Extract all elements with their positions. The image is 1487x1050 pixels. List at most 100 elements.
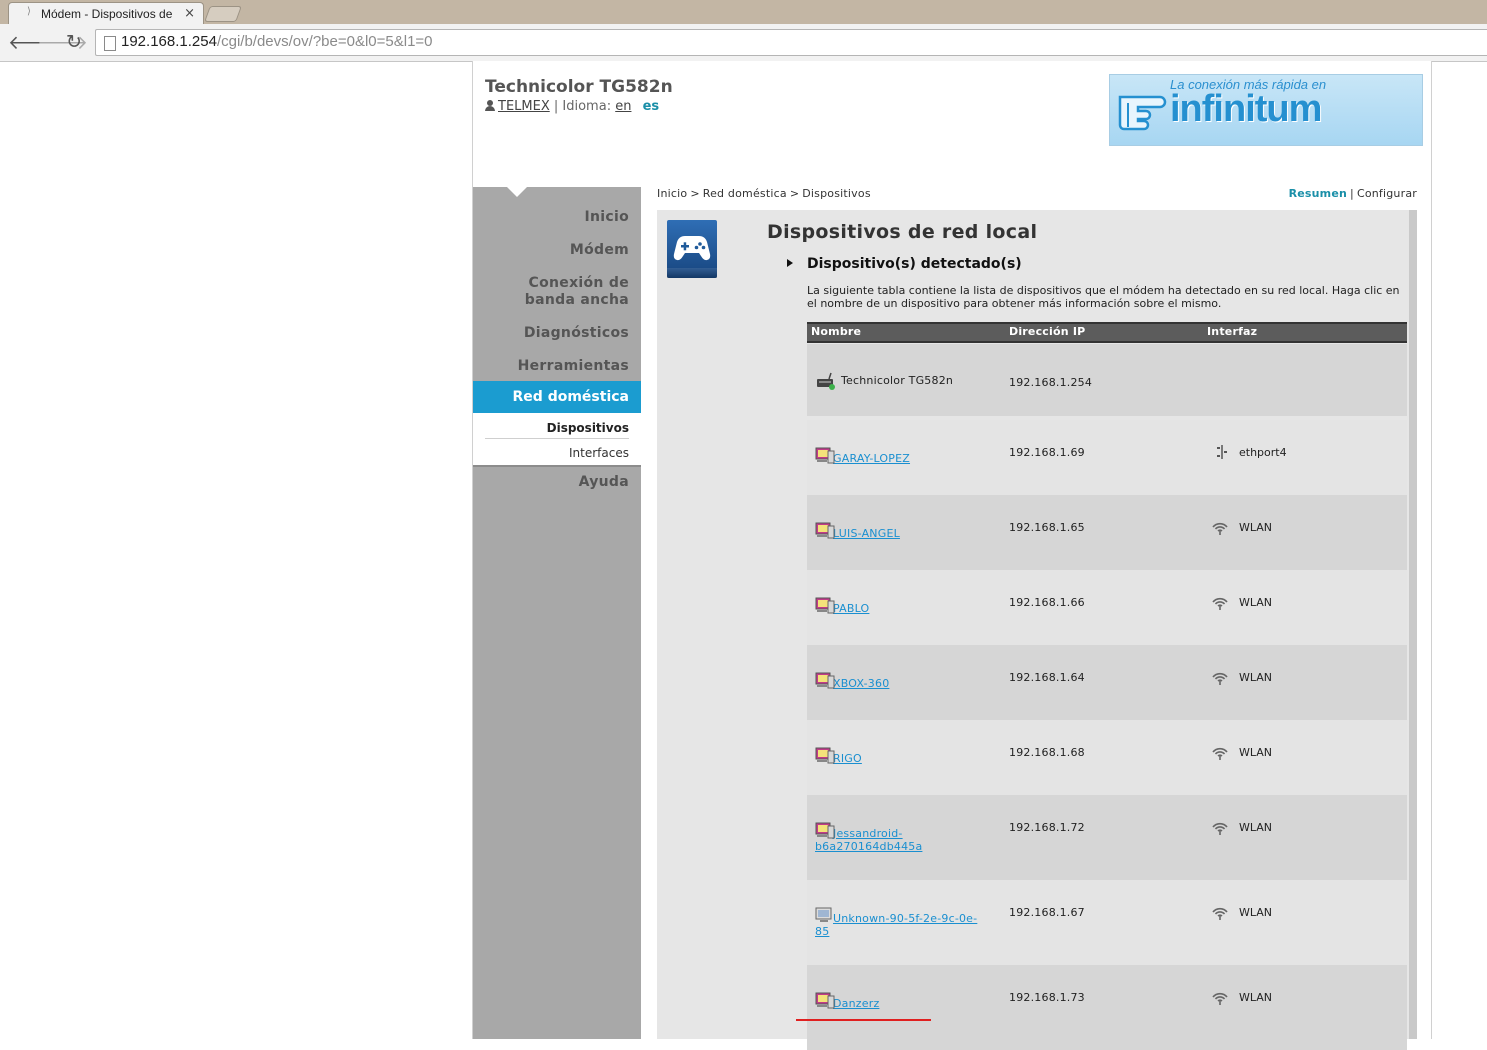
wifi-icon xyxy=(1211,819,1229,838)
left-navigation: Inicio Módem Conexión de banda ancha Dia… xyxy=(473,187,641,1039)
device-ip-cell: 192.168.1.72 xyxy=(1009,821,1085,834)
pc-icon xyxy=(815,446,835,464)
page-icon xyxy=(104,36,116,51)
address-bar[interactable]: 192.168.1.254/cgi/b/devs/ov/?be=0&l0=5&l… xyxy=(95,29,1487,56)
pc-icon xyxy=(815,821,835,839)
device-ip-cell: 192.168.1.69 xyxy=(1009,446,1085,459)
interface-label: WLAN xyxy=(1239,821,1273,834)
infinitum-banner[interactable]: La conexión más rápida en infinitum xyxy=(1109,74,1423,146)
user-language-line: TELMEX | Idioma: en es xyxy=(485,99,659,114)
breadcrumb: Inicio > Red doméstica > Dispositivos xyxy=(657,187,871,200)
new-tab-button[interactable] xyxy=(204,6,242,22)
device-name-link[interactable]: PABLO xyxy=(833,602,869,615)
wifi-icon xyxy=(1211,744,1229,763)
ethernet-icon xyxy=(1215,444,1229,463)
table-row: GARAY-LOPEZ 192.168.1.69 ethport4 xyxy=(807,420,1407,495)
url-host: 192.168.1.254 xyxy=(121,33,217,50)
column-header-interface: Interfaz xyxy=(1207,325,1258,338)
device-name-cell: Jessandroid-b6a270164db445a xyxy=(815,821,922,853)
device-name-link[interactable]: Unknown-90-5f-2e-9c-0e- 85 xyxy=(815,912,977,938)
pc-icon xyxy=(815,991,835,1009)
device-name-link[interactable]: Danzerz xyxy=(833,997,879,1010)
section-bullet-icon xyxy=(787,259,793,267)
nav-item-modem[interactable]: Módem xyxy=(570,242,629,259)
wifi-icon xyxy=(1211,519,1229,538)
section-description: La siguiente tabla contiene la lista de … xyxy=(807,284,1400,310)
table-row: Danzerz 192.168.1.73 WLAN xyxy=(807,965,1407,1050)
router-page: Technicolor TG582n TELMEX | Idioma: en e… xyxy=(472,61,1432,1050)
url-path: /cgi/b/devs/ov/?be=0&l0=5&l1=0 xyxy=(216,33,433,50)
nav-item-conexion-banda-ancha[interactable]: Conexión de banda ancha xyxy=(525,275,629,309)
nav-item-red-domestica[interactable]: Red doméstica xyxy=(473,381,641,413)
view-configure-link[interactable]: Configurar xyxy=(1357,187,1417,200)
pc-icon xyxy=(815,521,835,539)
wifi-icon xyxy=(1211,594,1229,613)
breadcrumb-section[interactable]: Red doméstica xyxy=(703,187,787,200)
table-row: Jessandroid-b6a270164db445a 192.168.1.72 W… xyxy=(807,795,1407,880)
device-name-link[interactable]: XBOX-360 xyxy=(833,677,889,690)
nav-item-ayuda[interactable]: Ayuda xyxy=(579,474,629,491)
language-en-link[interactable]: en xyxy=(615,99,631,114)
view-links-separator: | xyxy=(1350,187,1354,200)
device-ip-cell: 192.168.1.254 xyxy=(1009,376,1093,389)
device-ip-cell: 192.168.1.73 xyxy=(1009,991,1085,1004)
wifi-icon xyxy=(1211,669,1229,688)
browser-tab-strip: ⟩ Módem - Dispositivos de × xyxy=(0,0,1487,25)
breadcrumb-separator: > xyxy=(690,187,700,200)
user-icon xyxy=(485,100,495,111)
interface-label: WLAN xyxy=(1239,906,1273,919)
device-ip-cell: 192.168.1.64 xyxy=(1009,671,1085,684)
nav-item-inicio[interactable]: Inicio xyxy=(585,209,630,226)
subnav-item-dispositivos[interactable]: Dispositivos xyxy=(547,421,629,435)
reload-icon[interactable]: ↻ xyxy=(66,31,82,53)
page-title: Dispositivos de red local xyxy=(767,221,1038,243)
devices-table-header: Nombre Dirección IP Interfaz xyxy=(807,322,1407,343)
sub-navigation: Dispositivos Interfaces xyxy=(473,413,641,467)
unknown-device-icon xyxy=(815,906,833,922)
gamepad-icon xyxy=(667,220,717,278)
red-annotation-underline xyxy=(796,1019,931,1021)
nav-item-diagnosticos[interactable]: Diagnósticos xyxy=(524,325,629,342)
content-shadow xyxy=(1409,210,1417,1039)
content-panel: Dispositivos de red local Dispositivo(s)… xyxy=(657,210,1417,1050)
device-name-cell: Unknown-90-5f-2e-9c-0e- 85 xyxy=(815,906,977,938)
wifi-icon xyxy=(1211,904,1229,923)
device-name-cell: PABLO xyxy=(815,596,869,615)
device-ip-cell: 192.168.1.68 xyxy=(1009,746,1085,759)
banner-logo-word: infinitum xyxy=(1170,88,1322,130)
interface-label: WLAN xyxy=(1239,991,1273,1004)
nav-item-herramientas[interactable]: Herramientas xyxy=(518,358,629,375)
device-name-cell: Technicolor TG582n xyxy=(815,372,953,391)
device-brand: Technicolor TG582n xyxy=(485,77,673,97)
nav-item-red-domestica-label: Red doméstica xyxy=(512,389,629,405)
pointing-hand-icon xyxy=(1118,95,1167,131)
device-name-cell: Danzerz xyxy=(815,991,879,1010)
breadcrumb-page: Dispositivos xyxy=(802,187,871,200)
interface-label: WLAN xyxy=(1239,521,1273,534)
pc-icon xyxy=(815,596,835,614)
device-name-link[interactable]: LUIS-ANGEL xyxy=(833,527,900,540)
language-label: Idioma: xyxy=(562,99,612,114)
browser-toolbar: 🡐 🡒 ↻ 192.168.1.254/cgi/b/devs/ov/?be=0&… xyxy=(0,24,1487,62)
tab-title: Módem - Dispositivos de xyxy=(41,7,173,21)
device-name-link[interactable]: RIGO xyxy=(833,752,862,765)
gamepad-glyph xyxy=(673,236,711,261)
table-row: XBOX-360 192.168.1.64 WLAN xyxy=(807,645,1407,720)
device-name-cell: LUIS-ANGEL xyxy=(815,521,900,540)
subnav-item-interfaces[interactable]: Interfaces xyxy=(569,446,629,460)
browser-tab[interactable]: ⟩ Módem - Dispositivos de × xyxy=(8,2,204,25)
subnav-shadow xyxy=(473,465,641,467)
close-tab-icon[interactable]: × xyxy=(184,6,195,21)
view-summary-link[interactable]: Resumen xyxy=(1289,187,1347,200)
language-es-current: es xyxy=(642,99,660,114)
breadcrumb-home[interactable]: Inicio xyxy=(657,187,687,200)
url-text: 192.168.1.254/cgi/b/devs/ov/?be=0&l0=5&l… xyxy=(121,33,433,50)
user-link[interactable]: TELMEX xyxy=(498,99,550,114)
header-separator: | xyxy=(553,99,559,114)
view-links: Resumen | Configurar xyxy=(1289,187,1417,200)
device-name-cell: RIGO xyxy=(815,746,862,765)
interface-label: ethport4 xyxy=(1239,446,1287,459)
device-name-link[interactable]: GARAY-LOPEZ xyxy=(833,452,910,465)
column-header-ip: Dirección IP xyxy=(1009,325,1086,338)
column-header-name: Nombre xyxy=(811,325,862,338)
